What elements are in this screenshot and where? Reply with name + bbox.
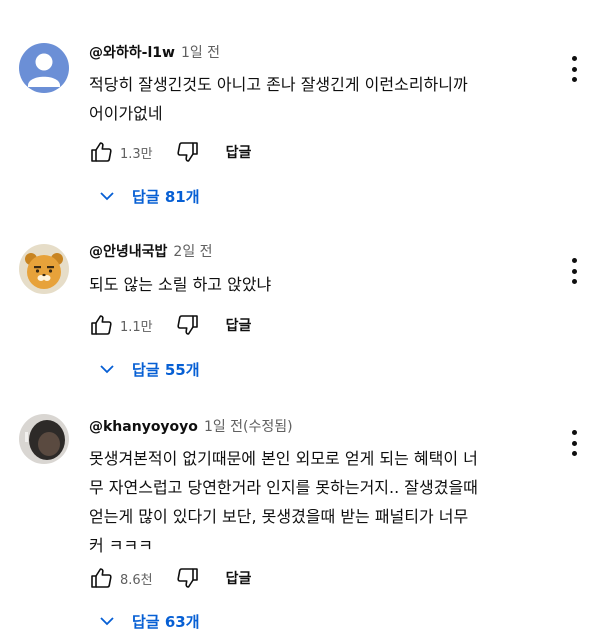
comment-time[interactable]: 2일 전 — [173, 244, 212, 260]
view-replies-button[interactable]: 답글 55개 — [98, 357, 200, 381]
photo-avatar-icon — [19, 414, 69, 464]
comment-meta: @안녕내국밥 2일 전 — [89, 243, 213, 261]
avatar[interactable] — [19, 414, 69, 464]
chevron-down-icon — [98, 187, 116, 205]
replies-label: 답글 55개 — [132, 360, 200, 379]
avatar[interactable] — [19, 43, 69, 93]
comment-meta: @khanyoyoyo 1일 전(수정됨) — [89, 418, 293, 436]
thumbs-down-icon[interactable] — [176, 140, 200, 164]
thumbs-up-icon[interactable] — [89, 313, 113, 337]
thumbs-up-icon[interactable] — [89, 140, 113, 164]
avatar[interactable] — [19, 244, 69, 294]
more-options-icon[interactable] — [569, 430, 579, 456]
like-count: 1.1만 — [120, 319, 153, 335]
comment-actions: 1.3만 답글 — [89, 138, 251, 166]
chevron-down-icon — [98, 612, 116, 630]
comment-author[interactable]: @khanyoyoyo — [89, 419, 198, 435]
comment-time[interactable]: 1일 전 — [181, 45, 220, 61]
comment-text: 되도 않는 소릴 하고 앉았냐 — [89, 275, 272, 294]
comment-time[interactable]: 1일 전(수정됨) — [204, 419, 293, 435]
thumbs-down-icon[interactable] — [176, 313, 200, 337]
chevron-down-icon — [98, 360, 116, 378]
replies-label: 답글 81개 — [132, 187, 200, 206]
comment-meta: @와하하-l1w 1일 전 — [89, 44, 220, 62]
person-icon — [19, 43, 69, 93]
reply-button[interactable]: 답글 — [226, 568, 252, 588]
comment-actions: 1.1만 답글 — [89, 311, 251, 339]
comment-text: 못생겨본적이 없기때문에 본인 외모로 얻게 되는 혜택이 너 무 자연스럽고 … — [89, 449, 478, 555]
view-replies-button[interactable]: 답글 81개 — [98, 184, 200, 208]
comment-author[interactable]: @와하하-l1w — [89, 45, 175, 61]
like-count: 8.6천 — [120, 572, 153, 588]
more-options-icon[interactable] — [569, 258, 579, 284]
replies-label: 답글 63개 — [132, 612, 200, 631]
reply-button[interactable]: 답글 — [226, 315, 252, 335]
like-count: 1.3만 — [120, 146, 153, 162]
comment-text: 적당히 잘생긴것도 아니고 존나 잘생긴게 이런소리하니까 어이가없네 — [89, 75, 468, 123]
more-options-icon[interactable] — [569, 56, 579, 82]
thumbs-up-icon[interactable] — [89, 566, 113, 590]
thumbs-down-icon[interactable] — [176, 566, 200, 590]
reply-button[interactable]: 답글 — [226, 142, 252, 162]
comment-author[interactable]: @안녕내국밥 — [89, 244, 167, 260]
lion-face-icon — [19, 244, 69, 294]
comment-actions: 8.6천 답글 — [89, 564, 251, 592]
view-replies-button[interactable]: 답글 63개 — [98, 609, 200, 633]
